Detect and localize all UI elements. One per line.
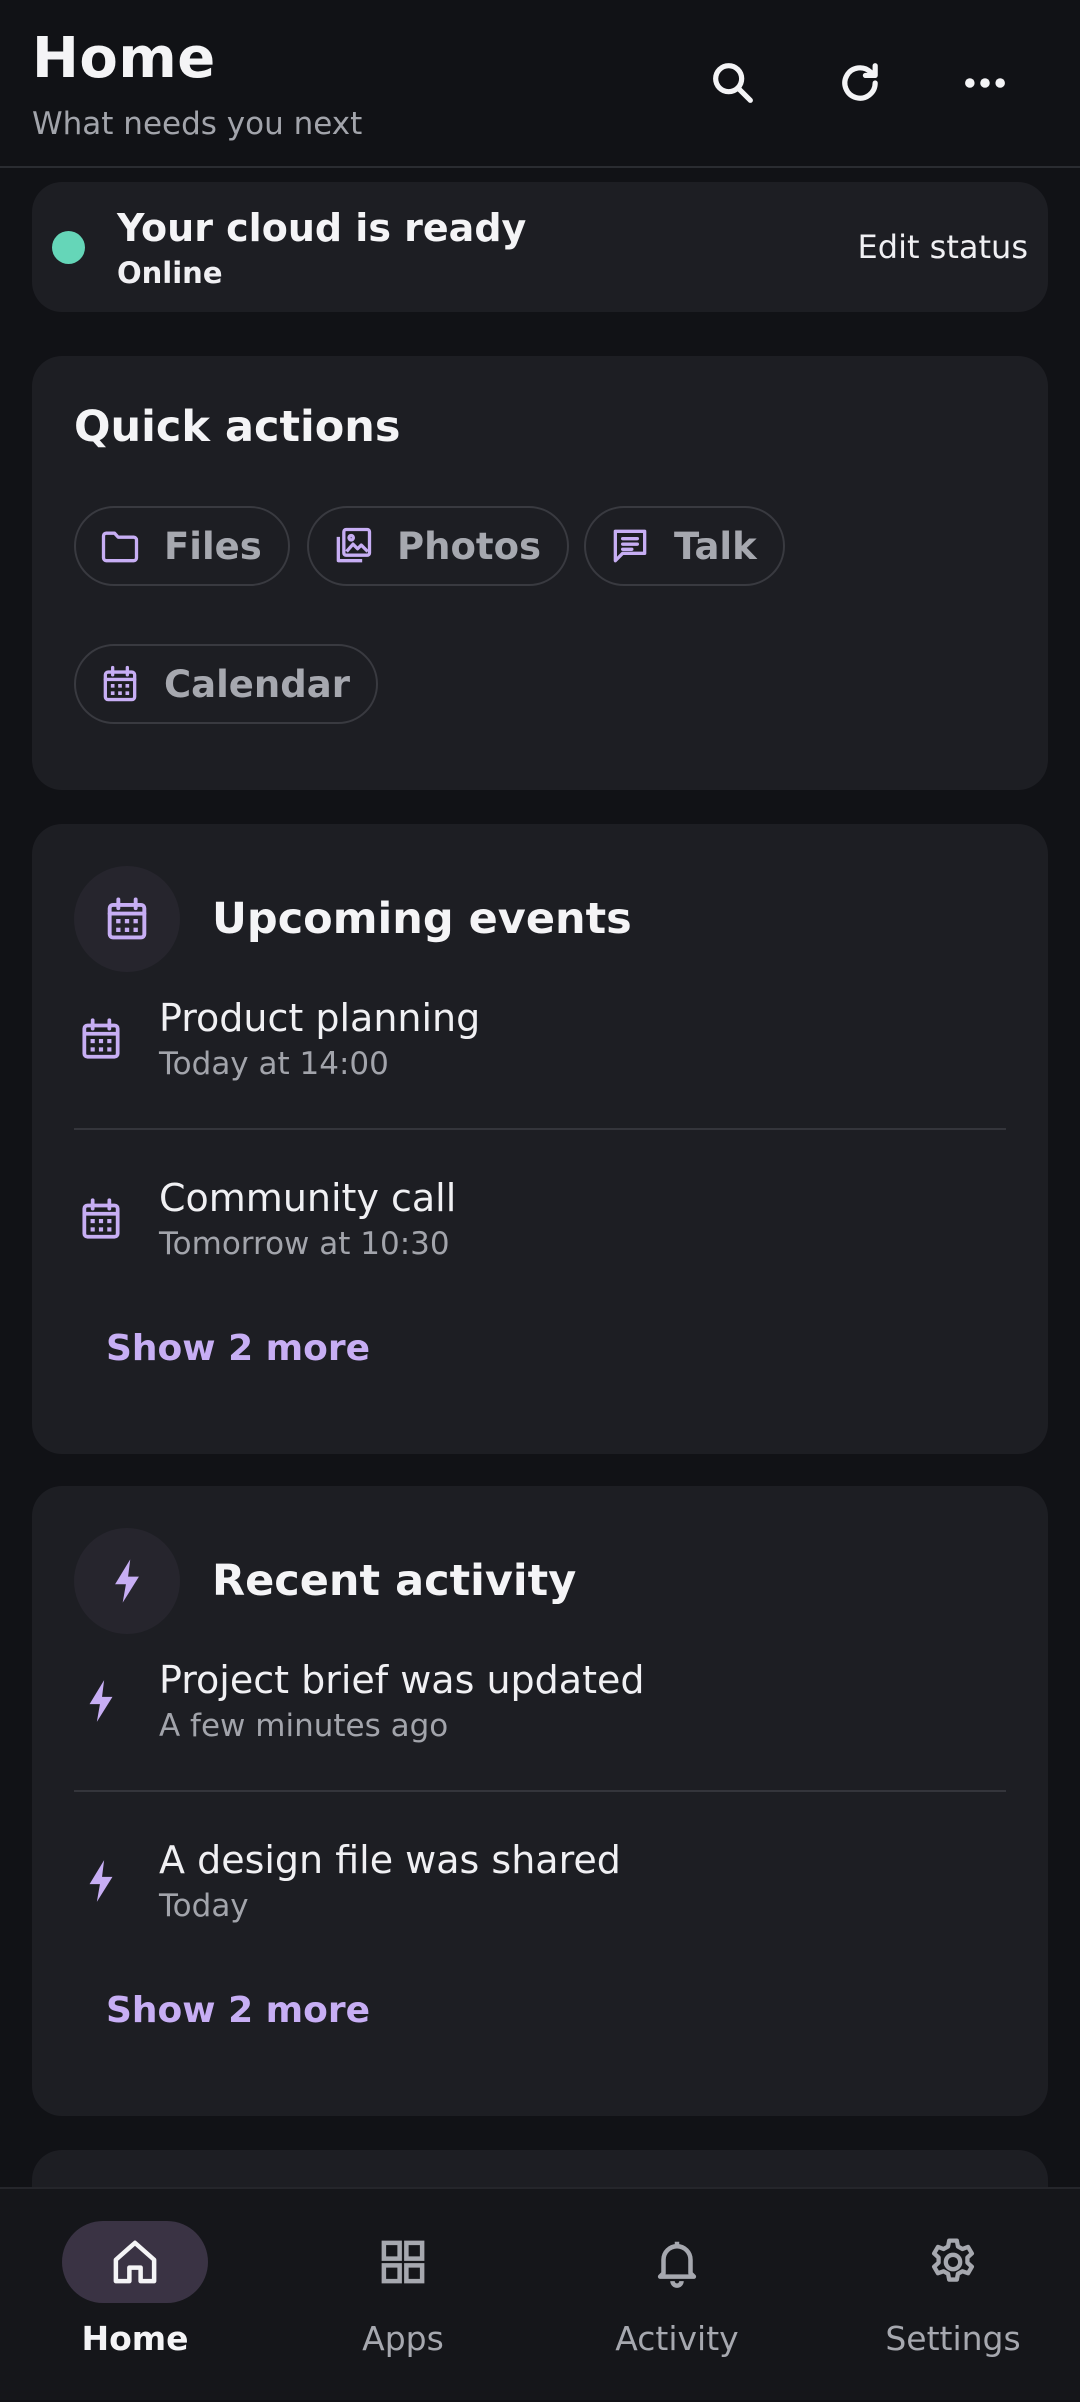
quick-action-calendar[interactable]: Calendar — [74, 644, 378, 724]
quick-action-label: Files — [164, 524, 262, 568]
nav-apps-indicator — [330, 2221, 476, 2303]
more-icon — [965, 78, 1005, 88]
upcoming-events-card: Upcoming events Product planning Today a… — [32, 824, 1048, 1454]
lightning-icon — [115, 1559, 139, 1603]
nav-label: Apps — [362, 2319, 444, 2358]
status-subtitle: Online — [117, 256, 223, 290]
refresh-icon — [842, 63, 878, 101]
quick-action-label: Talk — [674, 524, 757, 568]
lightning-icon — [89, 1860, 113, 1902]
events-show-more-button[interactable]: Show 2 more — [106, 1328, 370, 1369]
status-card: Your cloud is ready Online Edit status — [32, 182, 1048, 312]
quick-actions-card: Quick actions Files Photos Talk Calendar — [32, 356, 1048, 790]
status-title: Your cloud is ready — [117, 206, 527, 250]
divider — [74, 1128, 1006, 1130]
nav-settings[interactable]: Settings — [818, 2189, 1080, 2402]
events-section-icon — [74, 866, 180, 972]
quick-action-talk[interactable]: Talk — [584, 506, 785, 586]
lightning-icon — [89, 1680, 113, 1722]
activity-heading: Recent activity — [212, 1556, 577, 1606]
nav-apps[interactable]: Apps — [268, 2189, 538, 2402]
app-header: Home What needs you next — [0, 0, 1080, 168]
refresh-button[interactable] — [827, 50, 893, 116]
search-icon — [713, 63, 753, 103]
more-options-button[interactable] — [952, 50, 1018, 116]
quick-actions-heading: Quick actions — [74, 402, 401, 452]
quick-action-label: Photos — [397, 524, 542, 568]
quick-action-files[interactable]: Files — [74, 506, 290, 586]
nav-label: Activity — [615, 2319, 739, 2358]
nav-label: Home — [81, 2319, 189, 2358]
activity-section-icon — [74, 1528, 180, 1634]
gear-icon — [931, 2238, 975, 2282]
calendar-icon — [82, 1018, 120, 1059]
nav-label: Settings — [885, 2319, 1021, 2358]
activity-title: Project brief was updated — [159, 1658, 645, 1702]
nav-activity[interactable]: Activity — [542, 2189, 812, 2402]
photos-icon — [336, 527, 372, 563]
apps-icon — [381, 2240, 425, 2284]
recent-activity-card: Recent activity Project brief was update… — [32, 1486, 1048, 2116]
event-time: Today at 14:00 — [159, 1046, 389, 1082]
events-heading: Upcoming events — [212, 894, 632, 944]
quick-action-label: Calendar — [164, 662, 350, 706]
activity-show-more-button[interactable]: Show 2 more — [106, 1990, 370, 2031]
divider — [74, 1790, 1006, 1792]
quick-action-photos[interactable]: Photos — [307, 506, 570, 586]
activity-title: A design file was shared — [159, 1838, 621, 1882]
page-title: Home — [32, 26, 216, 91]
event-time: Tomorrow at 10:30 — [159, 1226, 450, 1262]
folder-icon — [101, 531, 139, 563]
nav-settings-indicator — [880, 2221, 1026, 2303]
nav-home[interactable]: Home — [0, 2189, 270, 2402]
calendar-icon — [107, 897, 147, 940]
edit-status-button[interactable]: Edit status — [858, 228, 1028, 266]
bottom-navigation: Home Apps Activity Settings — [0, 2187, 1080, 2400]
home-icon — [113, 2240, 157, 2284]
page-subtitle: What needs you next — [32, 106, 363, 142]
nav-home-indicator — [62, 2221, 208, 2303]
calendar-icon — [103, 665, 137, 702]
bell-icon — [657, 2241, 697, 2288]
activity-time: A few minutes ago — [159, 1708, 449, 1744]
chat-icon — [613, 529, 647, 563]
calendar-icon — [82, 1198, 120, 1239]
search-button[interactable] — [700, 50, 766, 116]
online-status-dot — [52, 231, 85, 264]
activity-time: Today — [159, 1888, 249, 1924]
nav-activity-indicator — [604, 2221, 750, 2303]
event-title: Product planning — [159, 996, 481, 1040]
event-title: Community call — [159, 1176, 457, 1220]
